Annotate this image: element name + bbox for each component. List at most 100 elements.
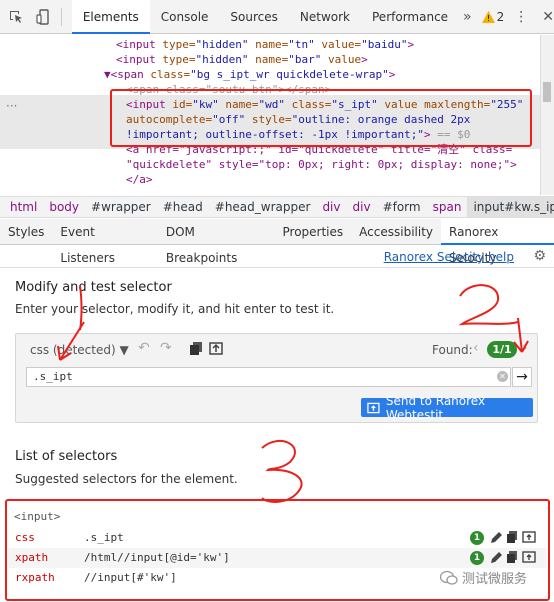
breadcrumb-wrapper[interactable]: #wrapper (85, 200, 157, 214)
modify-title: Modify and test selector (15, 280, 172, 295)
tree-tag-name: input (122, 38, 156, 51)
selector-list-element: <input> (14, 510, 61, 523)
tree-attr-name: name= (248, 38, 289, 51)
sidebar-tabs: Styles Event Listeners DOM Breakpoints P… (0, 218, 554, 265)
match-count-badge: 1 (470, 551, 484, 565)
annotation-box-selected-node (110, 89, 532, 147)
match-count-badge: 1 (470, 531, 484, 545)
more-tabs-icon[interactable]: » (463, 9, 472, 25)
breadcrumb-form[interactable]: #form (377, 200, 427, 214)
selector-value: //input[#'kw'] (84, 571, 177, 584)
found-label: Found: (432, 343, 473, 357)
tree-tag-close: > (361, 53, 368, 66)
list-title: List of selectors (15, 449, 118, 464)
tree-attr-value: "bar" (288, 53, 322, 66)
send-to-webtestit-button[interactable]: Send to Ranorex Webtestit (361, 394, 533, 422)
tree-line[interactable]: ▼<span class="bg s_ipt_wr quickdelete-wr… (104, 67, 395, 83)
selector-row-css[interactable]: css .s_ipt 1 (8, 528, 546, 548)
tree-line[interactable]: "quickdelete" style="top: 0px; right: 0p… (126, 157, 517, 173)
tree-tag-open: < (116, 53, 123, 66)
selector-input[interactable]: .s_ipt (26, 367, 511, 387)
tree-line[interactable]: </a> (126, 172, 153, 188)
tree-attr-name: value (321, 53, 362, 66)
breadcrumb-body[interactable]: body (43, 200, 85, 214)
warning-icon (481, 10, 495, 23)
list-subtitle: Suggested selectors for the element. (15, 472, 238, 486)
toolbar-divider (60, 7, 62, 26)
send-button-label: Send to Ranorex Webtestit (385, 393, 486, 422)
tab-ranorex-selocity[interactable]: Ranorex Selocity (441, 218, 554, 265)
selector-editor: css (detected) ▼ ↶ ↷ Found: ‹ 1/1 › .s_i… (15, 333, 538, 423)
clear-input-icon[interactable]: ✕ (497, 371, 508, 382)
tab-event-listeners[interactable]: Event Listeners (52, 219, 157, 265)
device-toolbar-icon[interactable] (32, 6, 52, 28)
selector-row-xpath[interactable]: xpath /html//input[@id='kw'] 1 (8, 548, 546, 568)
tree-line[interactable]: <input type="hidden" name="tn" value="ba… (116, 37, 414, 53)
tree-tag-open: < (116, 38, 123, 51)
tree-attr-name: value= (314, 38, 362, 51)
close-icon[interactable]: ✕ (542, 9, 554, 25)
found-count-badge: 1/1 (487, 341, 517, 358)
selector-type: xpath (15, 551, 49, 564)
copy-icon[interactable] (190, 342, 203, 358)
selector-type: rxpath (15, 571, 55, 584)
tab-accessibility[interactable]: Accessibility (351, 219, 441, 245)
tree-attr-value: "bg s_ipt_wr quickdelete-wrap" (190, 68, 389, 81)
node-actions-dots[interactable]: ··· (6, 99, 17, 113)
send-icon (367, 402, 380, 413)
inspect-element-icon[interactable] (6, 6, 26, 28)
tab-sources[interactable]: Sources (219, 0, 288, 34)
selector-value: /html//input[@id='kw'] (84, 551, 230, 564)
tab-styles[interactable]: Styles (0, 219, 52, 245)
next-match-icon[interactable]: › (522, 340, 528, 356)
selector-type-dropdown[interactable]: css (detected) ▼ (30, 343, 129, 357)
redo-icon[interactable]: ↷ (160, 340, 172, 356)
tree-attr-name: type= (155, 38, 196, 51)
tree-line[interactable]: <input type="hidden" name="bar" value> (116, 52, 368, 68)
tree-scrollbar[interactable] (540, 35, 554, 195)
help-link[interactable]: Ranorex Selocity help (384, 250, 514, 264)
tree-tag-close: > (407, 38, 415, 51)
gear-icon[interactable]: ⚙ (533, 248, 546, 264)
previous-match-icon[interactable]: ‹ (473, 340, 479, 356)
breadcrumb-head[interactable]: #head (157, 200, 209, 214)
tree-attr-value: "baidu" (361, 38, 408, 51)
tree-tag-open: ▼< (104, 68, 118, 81)
tree-tag-name: input (122, 53, 156, 66)
tab-network[interactable]: Network (289, 0, 361, 34)
annotation-3-digit-path (261, 439, 303, 503)
kebab-menu-icon[interactable]: ⋮ (514, 9, 528, 25)
breadcrumb-span[interactable]: span (427, 200, 468, 214)
tab-dom-breakpoints[interactable]: DOM Breakpoints (158, 219, 275, 265)
breadcrumb-html[interactable]: html (4, 200, 43, 214)
modify-subtitle: Enter your selector, modify it, and hit … (15, 302, 335, 316)
watermark-text: 测试微服务 (462, 572, 528, 587)
tab-console[interactable]: Console (150, 0, 220, 34)
test-selector-button[interactable]: → (512, 367, 532, 387)
selector-type: css (15, 531, 35, 544)
send-icon[interactable] (209, 342, 223, 358)
breadcrumb-div[interactable]: div (316, 200, 346, 214)
tree-line-text: </a> (126, 173, 153, 186)
breadcrumb-div-2[interactable]: div (347, 200, 377, 214)
breadcrumb-input[interactable]: input#kw.s_ipt (467, 197, 554, 217)
tree-attr-value: "tn" (288, 38, 315, 51)
warnings-indicator[interactable]: 2 (481, 9, 505, 24)
tree-attr-name: type= (155, 53, 196, 66)
tree-attr-name: class= (143, 68, 191, 81)
tree-line-text: "quickdelete" style="top: 0px; right: 0p… (126, 158, 517, 171)
tab-properties[interactable]: Properties (275, 219, 352, 245)
tab-performance[interactable]: Performance (361, 0, 459, 34)
annotation-2-digit-path (458, 284, 519, 326)
watermark: 测试微服务 (440, 568, 527, 587)
warning-count: 2 (496, 9, 505, 24)
tree-attr-value: "hidden" (195, 53, 249, 66)
tree-tag-close: > (388, 68, 396, 81)
breadcrumb-head-wrapper[interactable]: #head_wrapper (209, 200, 317, 214)
help-bar: Ranorex Selocity help ⚙ (0, 246, 554, 268)
tab-elements[interactable]: Elements (71, 0, 150, 34)
tree-scrollbar-thumb[interactable] (543, 82, 551, 102)
tree-attr-value: "hidden" (195, 38, 249, 51)
breadcrumb: html body #wrapper #head #head_wrapper d… (0, 196, 554, 218)
undo-icon[interactable]: ↶ (138, 340, 150, 356)
